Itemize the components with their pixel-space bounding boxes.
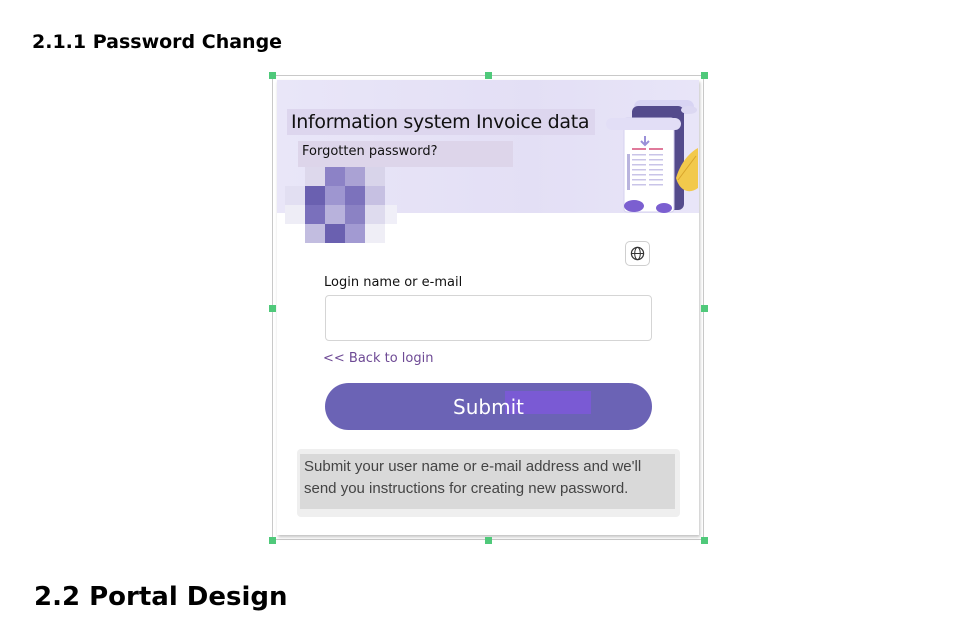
login-field-label: Login name or e-mail — [324, 275, 463, 290]
page-subtitle: Forgotten password? — [298, 141, 513, 167]
login-panel: Information system Invoice data Forgotte… — [277, 80, 699, 535]
section-heading: 2.1.1 Password Change — [32, 31, 283, 53]
resize-handle-bottom-right[interactable] — [701, 537, 708, 544]
back-to-login-link[interactable]: << Back to login — [323, 351, 433, 366]
next-section-heading: 2.2 Portal Design — [34, 582, 288, 612]
submit-button-label: Submit — [453, 394, 524, 419]
resize-handle-middle-left[interactable] — [269, 305, 276, 312]
submit-button[interactable]: Submit — [325, 383, 652, 430]
company-logo — [285, 167, 397, 243]
info-message: Submit your user name or e-mail address … — [300, 454, 675, 509]
login-name-input[interactable] — [325, 295, 652, 341]
resize-handle-top-middle[interactable] — [485, 72, 492, 79]
resize-handle-middle-right[interactable] — [701, 305, 708, 312]
language-button[interactable] — [625, 241, 650, 266]
phone-illustration — [606, 100, 698, 213]
app-title: Information system Invoice data — [287, 109, 595, 135]
globe-icon — [630, 246, 645, 261]
info-message-box: Submit your user name or e-mail address … — [297, 449, 680, 517]
resize-handle-bottom-middle[interactable] — [485, 537, 492, 544]
resize-handle-top-left[interactable] — [269, 72, 276, 79]
embedded-screenshot: Information system Invoice data Forgotte… — [269, 72, 708, 544]
resize-handle-bottom-left[interactable] — [269, 537, 276, 544]
resize-handle-top-right[interactable] — [701, 72, 708, 79]
